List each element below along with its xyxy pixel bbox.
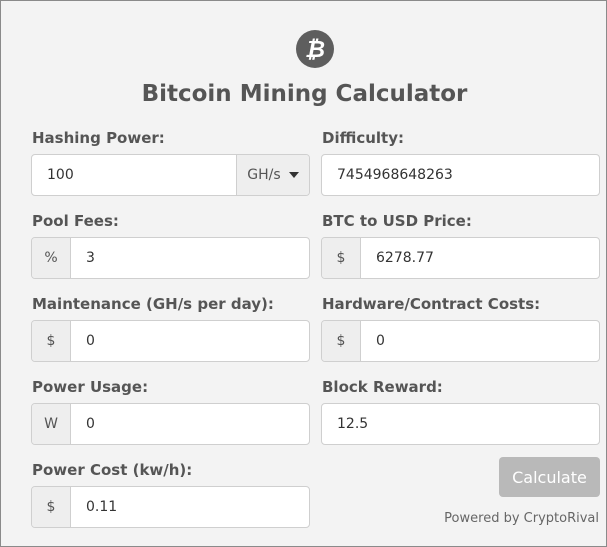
btc-usd-group: $ 6278.77 bbox=[321, 237, 600, 279]
dollar-addon: $ bbox=[32, 321, 71, 361]
caret-down-icon bbox=[288, 172, 299, 178]
maintenance-group: $ 0 bbox=[31, 320, 310, 362]
calculator-panel: ₿ Bitcoin Mining Calculator Hashing Powe… bbox=[0, 0, 607, 547]
block-reward-label: Block Reward: bbox=[322, 378, 443, 396]
pool-fees-input[interactable]: 3 bbox=[71, 238, 309, 278]
power-cost-group: $ 0.11 bbox=[31, 486, 310, 528]
power-cost-input[interactable]: 0.11 bbox=[71, 487, 309, 527]
hashing-unit-value: GH/s bbox=[247, 167, 281, 183]
power-cost-label: Power Cost (kw/h): bbox=[32, 461, 193, 479]
powered-by-link[interactable]: Powered by CryptoRival bbox=[444, 511, 599, 526]
pool-fees-group: % 3 bbox=[31, 237, 310, 279]
bitcoin-logo-icon: ₿ bbox=[296, 30, 334, 68]
block-reward-input[interactable]: 12.5 bbox=[322, 404, 599, 444]
hashing-power-input[interactable]: 100 bbox=[32, 155, 236, 195]
dollar-addon: $ bbox=[322, 321, 361, 361]
maintenance-input[interactable]: 0 bbox=[71, 321, 309, 361]
difficulty-input[interactable]: 7454968648263 bbox=[322, 155, 599, 195]
block-reward-group: 12.5 bbox=[321, 403, 600, 445]
hashing-unit-select[interactable]: GH/s bbox=[236, 155, 309, 195]
power-usage-input[interactable]: 0 bbox=[71, 404, 309, 444]
dollar-addon: $ bbox=[322, 238, 361, 278]
hardware-costs-input[interactable]: 0 bbox=[361, 321, 599, 361]
hardware-costs-group: $ 0 bbox=[321, 320, 600, 362]
hashing-power-group: 100 GH/s bbox=[31, 154, 310, 196]
calculate-button[interactable]: Calculate bbox=[499, 457, 600, 497]
maintenance-label: Maintenance (GH/s per day): bbox=[32, 295, 274, 313]
page-title: Bitcoin Mining Calculator bbox=[141, 81, 468, 107]
power-usage-group: W 0 bbox=[31, 403, 310, 445]
hashing-power-label: Hashing Power: bbox=[32, 129, 165, 147]
pool-fees-label: Pool Fees: bbox=[32, 212, 119, 230]
difficulty-group: 7454968648263 bbox=[321, 154, 600, 196]
power-usage-label: Power Usage: bbox=[32, 378, 149, 396]
watt-addon: W bbox=[32, 404, 71, 444]
percent-addon: % bbox=[32, 238, 71, 278]
hardware-costs-label: Hardware/Contract Costs: bbox=[322, 295, 541, 313]
dollar-addon: $ bbox=[32, 487, 71, 527]
difficulty-label: Difficulty: bbox=[322, 129, 404, 147]
btc-usd-input[interactable]: 6278.77 bbox=[361, 238, 599, 278]
btc-usd-label: BTC to USD Price: bbox=[322, 212, 472, 230]
